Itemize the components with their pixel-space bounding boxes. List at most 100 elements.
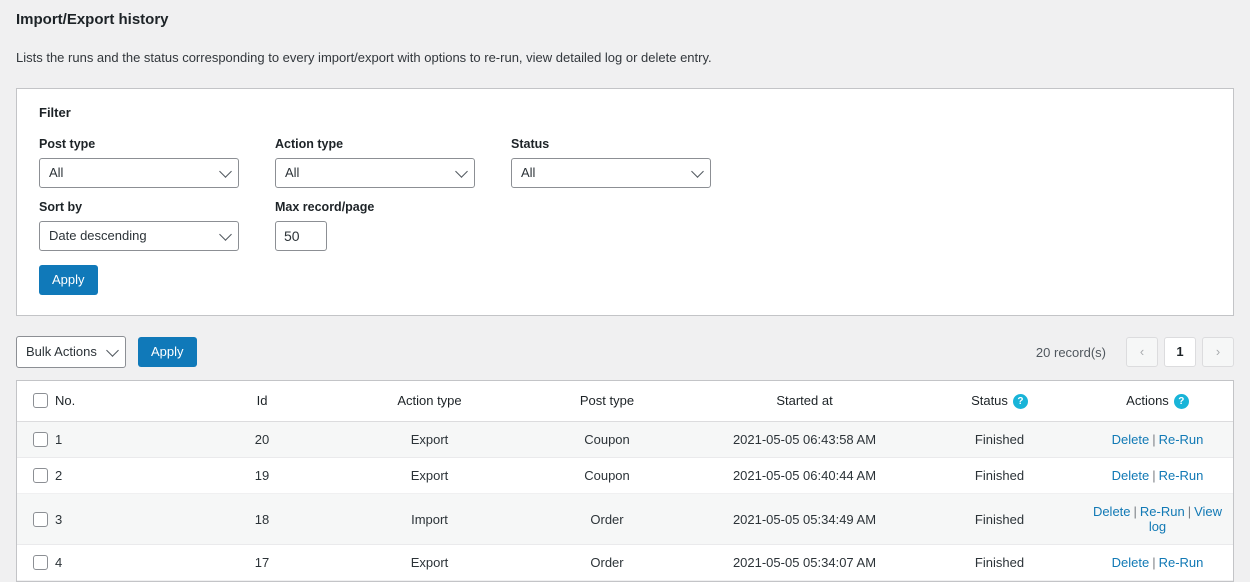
- field-post-type: Post type All: [39, 137, 239, 188]
- cell-status: Finished: [917, 493, 1082, 545]
- row-number: 2: [55, 468, 63, 483]
- column-header-label: Post type: [579, 393, 635, 408]
- column-header-label: Actions: [1126, 393, 1169, 408]
- status-label: Status: [511, 137, 550, 151]
- table-row: 1 20 Export Coupon 2021-05-05 06:43:58 AM Fin…: [17, 421, 1233, 458]
- help-icon[interactable]: ?: [1012, 394, 1028, 409]
- column-header-label: No.: [55, 393, 76, 408]
- cell-action-type: Export: [337, 457, 522, 494]
- filter-card: Filter Post type All Action type All Sta…: [16, 88, 1234, 316]
- page-title: Import/Export history: [16, 11, 169, 28]
- cell-no: 4: [17, 544, 187, 581]
- post-type-label: Post type: [39, 137, 96, 151]
- cell-started-at: 2021-05-05 06:40:44 AM: [692, 457, 917, 494]
- action-type-label: Action type: [275, 137, 344, 151]
- field-action-type: Action type All: [275, 137, 475, 188]
- prev-page-button[interactable]: ‹: [1126, 337, 1158, 367]
- table-row: 2 19 Export Coupon 2021-05-05 06:40:44 AM Fin…: [17, 457, 1233, 494]
- status-select[interactable]: All: [511, 158, 711, 188]
- bulk-actions-select[interactable]: Bulk Actions: [16, 336, 126, 368]
- field-sort-by: Sort by Date descending: [39, 200, 239, 251]
- apply-bulk-button[interactable]: Apply: [138, 337, 197, 367]
- filter-row-1: Post type All Action type All Status All: [39, 137, 1211, 188]
- table-header-row: No. Id Action type Post type Started at Statu…: [17, 381, 1233, 422]
- apply-filter-button[interactable]: Apply: [39, 265, 98, 295]
- column-header-post-type: Post type: [522, 381, 692, 422]
- cell-status: Finished: [917, 544, 1082, 581]
- action-link-re-run[interactable]: Re-Run: [1159, 468, 1204, 483]
- cell-id: 18: [187, 493, 337, 545]
- help-icon[interactable]: ?: [1173, 394, 1189, 409]
- action-link-delete[interactable]: Delete: [1112, 468, 1150, 483]
- table-head: No. Id Action type Post type Started at Statu…: [17, 381, 1233, 422]
- status-select-value: All: [511, 158, 711, 188]
- cell-started-at: 2021-05-05 05:34:07 AM: [692, 544, 917, 581]
- action-link-delete[interactable]: Delete: [1093, 504, 1131, 519]
- cell-action-type: Export: [337, 421, 522, 458]
- column-header-no: No.: [17, 381, 187, 422]
- max-record-input[interactable]: [275, 221, 327, 251]
- column-header-label: Started at: [776, 393, 833, 408]
- action-link-delete[interactable]: Delete: [1112, 432, 1150, 447]
- action-separator: |: [1187, 504, 1192, 519]
- column-header-label: Id: [256, 393, 268, 408]
- field-max-record: Max record/page: [275, 200, 374, 251]
- action-link-re-run[interactable]: Re-Run: [1159, 555, 1204, 570]
- cell-actions: Delete | Re-Run: [1082, 457, 1233, 494]
- cell-actions: Delete | Re-Run | View log: [1082, 493, 1233, 545]
- row-checkbox[interactable]: [33, 511, 48, 527]
- current-page-indicator[interactable]: 1: [1164, 337, 1196, 367]
- cell-post-type: Coupon: [522, 421, 692, 458]
- post-type-select[interactable]: All: [39, 158, 239, 188]
- action-separator: |: [1133, 504, 1137, 519]
- history-table-card: No. Id Action type Post type Started at Statu…: [16, 380, 1234, 582]
- cell-started-at: 2021-05-05 05:34:49 AM: [692, 493, 917, 545]
- column-header-status: Status?: [917, 381, 1082, 422]
- row-number: 4: [55, 555, 63, 570]
- cell-no: 2: [17, 457, 187, 494]
- page-root: Import/Export history Lists the runs and…: [0, 0, 1250, 582]
- select-all-checkbox[interactable]: [33, 393, 48, 408]
- table-body: 1 20 Export Coupon 2021-05-05 06:43:58 AM Fin…: [17, 421, 1233, 581]
- action-type-select[interactable]: All: [275, 158, 475, 188]
- cell-status: Finished: [917, 421, 1082, 458]
- column-header-label: Action type: [397, 393, 462, 408]
- page-description: Lists the runs and the status correspond…: [16, 50, 712, 65]
- filter-heading: Filter: [39, 105, 71, 120]
- next-page-button[interactable]: ›: [1202, 337, 1234, 367]
- cell-started-at: 2021-05-05 06:43:58 AM: [692, 421, 917, 458]
- post-type-select-value: All: [39, 158, 239, 188]
- table-row: 3 18 Import Order 2021-05-05 05:34:49 AM Fini…: [17, 493, 1233, 545]
- action-separator: |: [1152, 555, 1156, 570]
- cell-action-type: Export: [337, 544, 522, 581]
- cell-id: 17: [187, 544, 337, 581]
- row-checkbox[interactable]: [33, 555, 48, 570]
- action-link-re-run[interactable]: Re-Run: [1159, 432, 1204, 447]
- row-number: 1: [55, 432, 63, 447]
- row-checkbox[interactable]: [33, 432, 48, 447]
- cell-post-type: Order: [522, 493, 692, 545]
- bulk-actions-bar: Bulk Actions Apply 20 record(s) ‹ 1 ›: [16, 336, 1234, 368]
- sort-by-select-value: Date descending: [39, 221, 239, 251]
- cell-status: Finished: [917, 457, 1082, 494]
- cell-id: 20: [187, 421, 337, 458]
- row-checkbox[interactable]: [33, 468, 48, 483]
- action-separator: |: [1152, 468, 1156, 483]
- cell-actions: Delete | Re-Run: [1082, 544, 1233, 581]
- cell-post-type: Coupon: [522, 457, 692, 494]
- action-type-select-value: All: [275, 158, 475, 188]
- action-link-delete[interactable]: Delete: [1112, 555, 1150, 570]
- filter-row-2: Sort by Date descending Max record/page: [39, 200, 1211, 251]
- record-count: 20 record(s): [1035, 344, 1106, 360]
- column-header-started-at: Started at: [692, 381, 917, 422]
- column-header-action-type: Action type: [337, 381, 522, 422]
- cell-actions: Delete | Re-Run: [1082, 421, 1233, 458]
- sort-by-label: Sort by: [39, 200, 83, 214]
- cell-no: 1: [17, 421, 187, 458]
- action-link-re-run[interactable]: Re-Run: [1140, 504, 1185, 519]
- cell-action-type: Import: [337, 493, 522, 545]
- sort-by-select[interactable]: Date descending: [39, 221, 239, 251]
- bulk-actions-select-value: Bulk Actions: [16, 336, 126, 368]
- row-number: 3: [55, 511, 63, 527]
- table-row: 4 17 Export Order 2021-05-05 05:34:07 AM Fini…: [17, 544, 1233, 581]
